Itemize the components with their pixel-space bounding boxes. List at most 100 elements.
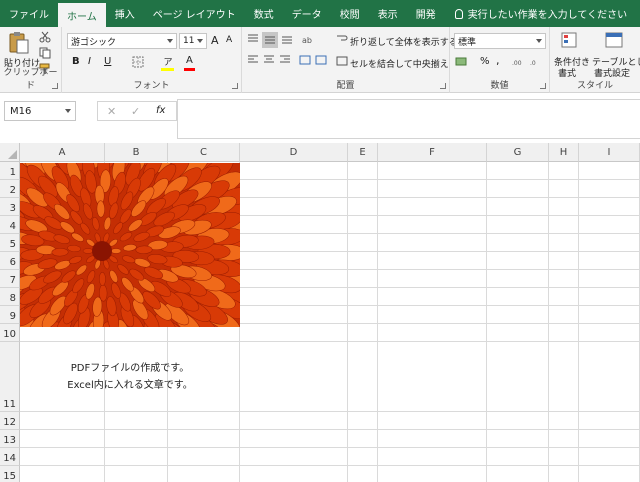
comma-button[interactable]: , bbox=[496, 54, 500, 67]
row-header-5[interactable]: 5 bbox=[0, 234, 20, 252]
column-header-h[interactable]: H bbox=[549, 143, 579, 162]
number-launcher-icon[interactable] bbox=[540, 83, 546, 89]
row-header-9[interactable]: 9 bbox=[0, 306, 20, 324]
gridline-vertical bbox=[578, 162, 579, 482]
border-icon[interactable] bbox=[130, 55, 146, 69]
font-name-box[interactable]: 游ゴシック bbox=[67, 33, 177, 49]
worksheet-grid[interactable]: ABCDEFGHI 1 2 3 4 5 6 7 8 9 10 11 12 13 14 15 PDFファイルの… bbox=[0, 143, 640, 482]
alignment-launcher-icon[interactable] bbox=[440, 83, 446, 89]
tab-home[interactable]: ホーム bbox=[58, 3, 106, 27]
column-header-i[interactable]: I bbox=[579, 143, 640, 162]
row-header-10[interactable]: 10 bbox=[0, 324, 20, 342]
orientation-icon[interactable]: ab bbox=[300, 32, 316, 46]
font-launcher-icon[interactable] bbox=[232, 83, 238, 89]
row-header-12[interactable]: 12 bbox=[0, 412, 20, 430]
align-center-icon[interactable] bbox=[262, 53, 276, 67]
petal bbox=[51, 248, 69, 257]
formula-input[interactable] bbox=[177, 99, 640, 139]
clipboard-group: 貼り付け クリップボード bbox=[0, 27, 62, 93]
tab-page-layout[interactable]: ページ レイアウト bbox=[144, 0, 245, 27]
chrysanthemum-picture[interactable] bbox=[20, 163, 240, 327]
petal bbox=[98, 272, 106, 286]
cancel-icon[interactable]: ✕ bbox=[107, 105, 116, 118]
row-header-3[interactable]: 3 bbox=[0, 198, 20, 216]
align-top-icon[interactable] bbox=[246, 32, 260, 46]
increase-indent-icon[interactable] bbox=[314, 53, 328, 67]
enter-icon[interactable]: ✓ bbox=[131, 105, 140, 118]
decrease-decimal-icon[interactable]: .0 bbox=[530, 55, 544, 69]
merge-center-button[interactable]: セルを結合して中央揃え bbox=[350, 57, 449, 70]
chevron-down-icon bbox=[167, 39, 173, 43]
wrap-text-button[interactable]: 折り返して全体を表示する bbox=[350, 35, 458, 48]
cell-text-line-2: Excel内に入れる文章です。 bbox=[67, 380, 193, 391]
conditional-format-icon[interactable] bbox=[558, 30, 582, 52]
italic-button[interactable]: I bbox=[88, 56, 91, 67]
format-as-table-icon[interactable] bbox=[602, 30, 626, 52]
paste-button[interactable] bbox=[4, 30, 34, 56]
gridline-vertical bbox=[548, 162, 549, 482]
tab-data[interactable]: データ bbox=[283, 0, 331, 27]
decrease-indent-icon[interactable] bbox=[298, 53, 312, 67]
row-header-6[interactable]: 6 bbox=[0, 252, 20, 270]
tab-review[interactable]: 校閲 bbox=[331, 0, 369, 27]
tab-insert[interactable]: 挿入 bbox=[106, 0, 144, 27]
tab-developer[interactable]: 開発 bbox=[407, 0, 445, 27]
align-left-icon[interactable] bbox=[246, 53, 260, 67]
row-header-8[interactable]: 8 bbox=[0, 288, 20, 306]
merge-center-icon[interactable] bbox=[336, 55, 348, 67]
row-header-14[interactable]: 14 bbox=[0, 448, 20, 466]
petal bbox=[99, 284, 108, 302]
font-group: 游ゴシック 11 A A B I U ア A フォント bbox=[62, 27, 242, 93]
underline-button[interactable]: U bbox=[104, 56, 111, 67]
row-header-11[interactable]: 11 bbox=[0, 342, 20, 412]
petal bbox=[96, 200, 105, 218]
insert-function-icon[interactable]: fx bbox=[156, 105, 165, 116]
formula-bar: M16 ✕ ✓ fx bbox=[0, 93, 640, 141]
fill-color-bar bbox=[161, 68, 174, 71]
row-header-13[interactable]: 13 bbox=[0, 430, 20, 448]
fill-color-icon[interactable]: ア bbox=[160, 53, 176, 69]
font-group-label: フォント bbox=[133, 81, 170, 91]
paste-icon bbox=[9, 32, 29, 54]
row-header-7[interactable]: 7 bbox=[0, 270, 20, 288]
row-header-4[interactable]: 4 bbox=[0, 216, 20, 234]
tab-file[interactable]: ファイル bbox=[0, 0, 58, 27]
gridline-horizontal bbox=[20, 447, 640, 448]
flower-center bbox=[92, 241, 112, 261]
align-middle-icon[interactable] bbox=[262, 32, 278, 48]
align-right-icon[interactable] bbox=[278, 53, 292, 67]
gridline-horizontal bbox=[20, 429, 640, 430]
row-header-2[interactable]: 2 bbox=[0, 180, 20, 198]
grow-font-button[interactable]: A bbox=[211, 34, 219, 47]
wrap-text-icon[interactable] bbox=[336, 33, 348, 45]
name-box[interactable]: M16 bbox=[4, 101, 76, 121]
clipboard-launcher-icon[interactable] bbox=[52, 83, 58, 89]
copy-icon[interactable] bbox=[38, 46, 52, 60]
select-all-button[interactable] bbox=[0, 143, 20, 162]
bold-button[interactable]: B bbox=[72, 56, 80, 67]
row-header-1[interactable]: 1 bbox=[0, 162, 20, 180]
column-header-a[interactable]: A bbox=[20, 143, 105, 162]
font-color-button[interactable]: A bbox=[186, 55, 193, 66]
column-header-f[interactable]: F bbox=[378, 143, 487, 162]
currency-icon[interactable] bbox=[454, 55, 470, 69]
row-header-15[interactable]: 15 bbox=[0, 466, 20, 482]
lightbulb-icon bbox=[454, 8, 463, 19]
tab-view[interactable]: 表示 bbox=[369, 0, 407, 27]
cut-icon[interactable] bbox=[38, 30, 52, 44]
number-format-box[interactable]: 標準 bbox=[454, 33, 546, 49]
chevron-down-icon bbox=[536, 39, 542, 43]
column-header-g[interactable]: G bbox=[487, 143, 549, 162]
column-header-d[interactable]: D bbox=[240, 143, 348, 162]
percent-button[interactable]: % bbox=[480, 56, 490, 67]
font-size-box[interactable]: 11 bbox=[179, 33, 207, 49]
align-bottom-icon[interactable] bbox=[280, 32, 294, 46]
tab-formulas[interactable]: 数式 bbox=[245, 0, 283, 27]
tell-me-box[interactable]: 実行したい作業を入力してください bbox=[445, 0, 627, 27]
svg-text:.0: .0 bbox=[530, 60, 536, 67]
shrink-font-button[interactable]: A bbox=[226, 35, 232, 45]
increase-decimal-icon[interactable]: .00 bbox=[512, 55, 526, 69]
column-header-e[interactable]: E bbox=[348, 143, 378, 162]
column-header-c[interactable]: C bbox=[168, 143, 240, 162]
column-header-b[interactable]: B bbox=[105, 143, 168, 162]
